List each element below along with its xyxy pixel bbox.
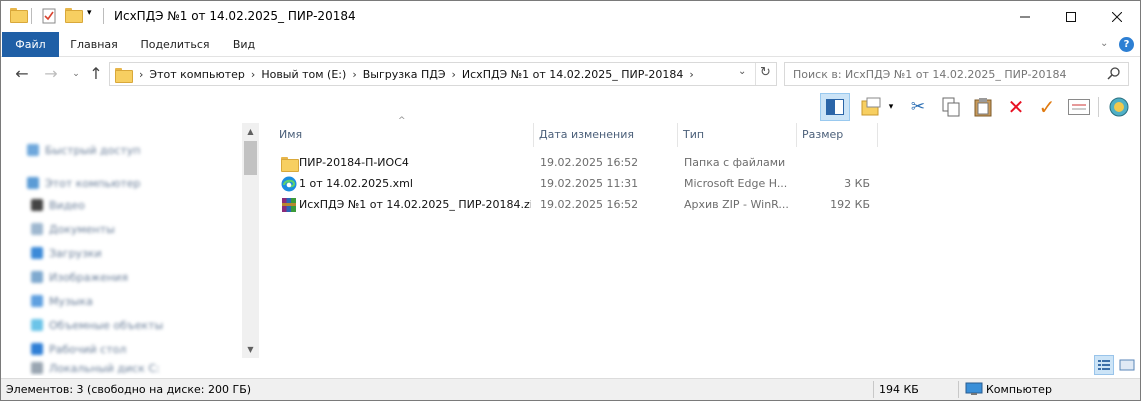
forward-icon[interactable]: → <box>41 65 61 83</box>
search-icon[interactable] <box>1107 66 1121 83</box>
refresh-icon[interactable]: ↻ <box>760 65 771 80</box>
breadcrumb-chevron-icon[interactable]: › <box>350 68 358 81</box>
status-item-count: Элементов: 3 (свободно на диске: 200 ГБ) <box>6 383 252 396</box>
cut-icon[interactable]: ✂ <box>906 95 930 119</box>
tab-file[interactable]: Файл <box>2 32 59 57</box>
tab-share[interactable]: Поделиться <box>136 32 214 57</box>
status-selection-size: 194 КБ <box>879 383 919 396</box>
close-button[interactable] <box>1094 1 1140 32</box>
back-icon[interactable]: ← <box>12 65 32 83</box>
nav-item-desktop[interactable]: Рабочий стол <box>31 340 126 358</box>
status-bar: Элементов: 3 (свободно на диске: 200 ГБ)… <box>1 378 1140 400</box>
breadcrumb-export-folder[interactable]: Выгрузка ПДЭ <box>359 68 450 81</box>
breadcrumb-chevron-icon[interactable]: › <box>450 68 458 81</box>
properties-icon[interactable] <box>41 8 57 24</box>
shell-icon[interactable] <box>1107 95 1131 119</box>
ribbon-tabs: Файл Главная Поделиться Вид ⌄ ? <box>1 32 1140 57</box>
nav-item-pictures[interactable]: Изображения <box>31 268 128 286</box>
paste-icon[interactable] <box>971 95 995 119</box>
nav-item-3d-objects[interactable]: Объемные объекты <box>31 316 163 334</box>
large-icons-view-icon[interactable] <box>1117 355 1137 375</box>
folder-icon <box>281 157 299 173</box>
customize-quick-access-icon[interactable]: ▾ <box>87 8 92 18</box>
column-date[interactable]: Дата изменения <box>534 123 678 147</box>
window-title: ИсхПДЭ №1 от 14.02.2025_ ПИР-20184 <box>114 9 356 23</box>
details-view-icon[interactable] <box>1094 355 1114 375</box>
column-name[interactable]: Имя <box>274 123 534 147</box>
copy-icon[interactable] <box>939 95 963 119</box>
nav-scrollbar[interactable]: ▲ ▼ <box>242 123 259 358</box>
nav-item-quick-access[interactable]: Быстрый доступ <box>27 141 141 159</box>
breadcrumb-chevron-icon[interactable]: › <box>249 68 257 81</box>
delete-icon[interactable]: ✕ <box>1004 95 1028 119</box>
column-size[interactable]: Размер <box>797 123 878 147</box>
minimize-button[interactable] <box>1002 1 1048 32</box>
breadcrumb-this-pc[interactable]: Этот компьютер <box>145 68 249 81</box>
scroll-thumb[interactable] <box>244 141 257 175</box>
search-box[interactable] <box>784 62 1129 86</box>
tab-home[interactable]: Главная <box>63 32 125 57</box>
edge-icon <box>281 176 297 192</box>
breadcrumb-chevron-icon[interactable]: › <box>687 68 695 81</box>
preview-pane-icon[interactable] <box>820 93 850 121</box>
nav-item-music[interactable]: Музыка <box>31 292 93 310</box>
winrar-icon <box>281 197 297 213</box>
properties-toolbar-icon[interactable] <box>1067 95 1091 119</box>
breadcrumb-drive-e[interactable]: Новый том (E:) <box>257 68 350 81</box>
new-folder-icon[interactable] <box>65 8 83 23</box>
ribbon-expand-icon[interactable]: ⌄ <box>1100 38 1108 49</box>
layout-icon[interactable] <box>859 95 883 119</box>
nav-item-local-disk[interactable]: Локальный диск С: <box>31 359 160 376</box>
explorer-window: ▾ ИсхПДЭ №1 от 14.02.2025_ ПИР-20184 Фай… <box>0 0 1141 401</box>
address-dropdown-icon[interactable]: ⌄ <box>738 66 746 77</box>
breadcrumb-chevron-icon[interactable]: › <box>137 68 145 81</box>
search-input[interactable] <box>793 66 1093 82</box>
help-icon[interactable]: ? <box>1119 37 1134 52</box>
toolbar: ▾ ✂ ✕ ✓ <box>1 91 1140 123</box>
column-type[interactable]: Тип <box>678 123 797 147</box>
file-row[interactable]: ИсхПДЭ №1 от 14.02.2025_ ПИР-20184.zip 1… <box>277 195 877 215</box>
breadcrumb-current-folder[interactable]: ИсхПДЭ №1 от 14.02.2025_ ПИР-20184 <box>458 68 687 81</box>
title-bar: ▾ ИсхПДЭ №1 от 14.02.2025_ ПИР-20184 <box>1 1 1140 32</box>
nav-item-this-pc[interactable]: Этот компьютер <box>27 174 141 192</box>
folder-icon <box>10 8 28 23</box>
navigation-pane: Быстрый доступ Этот компьютер Видео Доку… <box>1 123 259 376</box>
file-row[interactable]: ПИР-20184-П-ИОС4 19.02.2025 16:52 Папка … <box>277 153 877 173</box>
rename-check-icon[interactable]: ✓ <box>1035 95 1059 119</box>
address-bar[interactable]: › Этот компьютер › Новый том (E:) › Выгр… <box>109 62 777 86</box>
address-folder-icon <box>115 67 133 83</box>
maximize-button[interactable] <box>1048 1 1094 32</box>
address-row: ← → ⌄ ↑ › Этот компьютер › Новый том (E:… <box>1 57 1140 91</box>
tab-view[interactable]: Вид <box>226 32 262 57</box>
recent-locations-icon[interactable]: ⌄ <box>66 65 86 83</box>
scroll-down-icon[interactable]: ▼ <box>242 341 259 358</box>
scroll-up-icon[interactable]: ▲ <box>242 123 259 140</box>
up-icon[interactable]: ↑ <box>86 65 106 83</box>
status-location: Компьютер <box>986 383 1052 396</box>
nav-item-videos[interactable]: Видео <box>31 196 85 214</box>
nav-item-documents[interactable]: Документы <box>31 220 115 238</box>
computer-icon <box>965 382 983 399</box>
nav-item-downloads[interactable]: Загрузки <box>31 244 102 262</box>
layout-dropdown-icon[interactable]: ▾ <box>884 95 898 119</box>
file-row[interactable]: 1 от 14.02.2025.xml 19.02.2025 11:31 Mic… <box>277 174 877 194</box>
